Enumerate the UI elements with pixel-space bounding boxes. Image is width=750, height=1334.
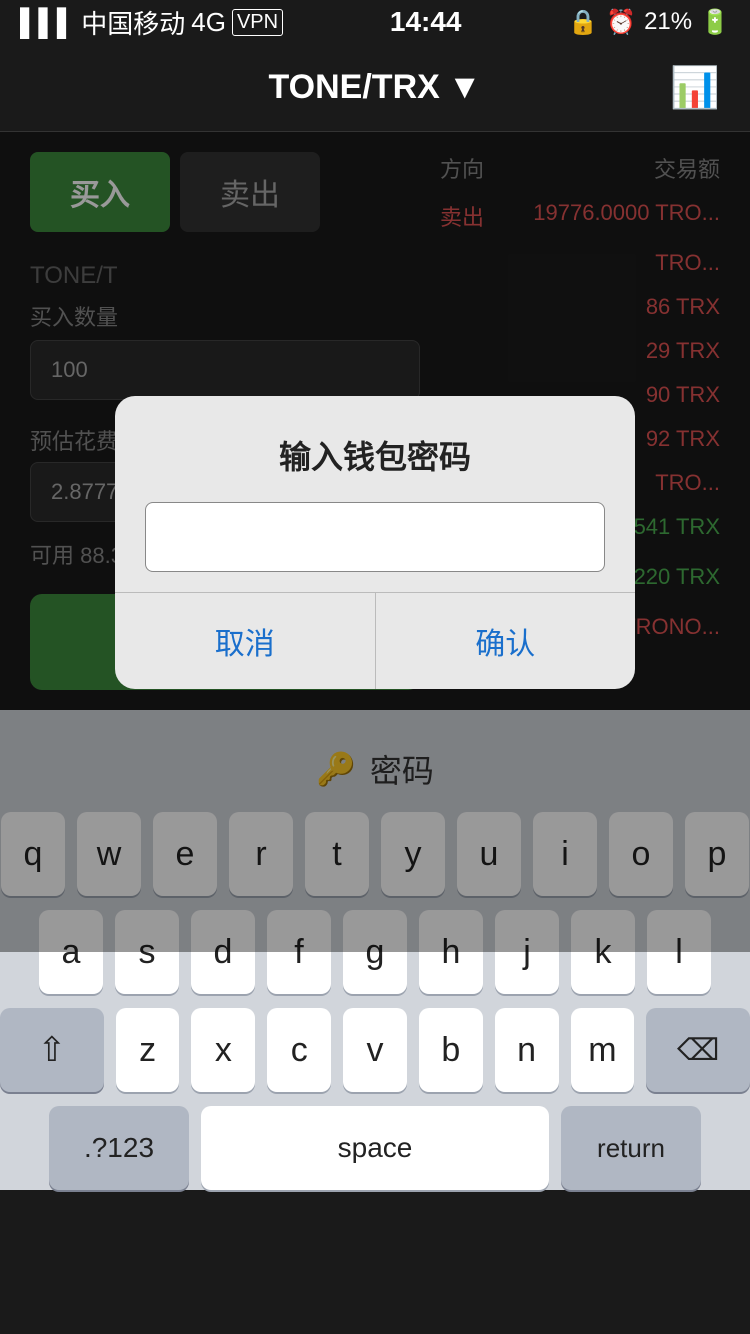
pair-title: TONE/TRX	[269, 68, 440, 107]
dropdown-icon: ▼	[448, 68, 482, 107]
alarm-icon: ⏰	[606, 8, 636, 37]
symbols-key[interactable]: .?123	[49, 1106, 189, 1190]
keyboard-row-4: .?123 space return	[0, 1106, 750, 1190]
key-b[interactable]: b	[419, 1008, 483, 1092]
space-key[interactable]: space	[201, 1106, 549, 1190]
status-bar: ▌▌▌ 中国移动 4G VPN 14:44 🔒 ⏰ 21% 🔋	[0, 0, 750, 44]
delete-key[interactable]: ⌫	[646, 1008, 750, 1092]
chart-icon[interactable]: 📊	[670, 64, 720, 111]
battery-label: 21%	[644, 8, 692, 36]
header: TONE/TRX ▼ 📊	[0, 44, 750, 132]
shift-key[interactable]: ⇧	[0, 1008, 104, 1092]
header-title[interactable]: TONE/TRX ▼	[269, 68, 482, 107]
key-v[interactable]: v	[343, 1008, 407, 1092]
battery-icon: 🔋	[700, 8, 730, 37]
lock-icon: 🔒	[568, 8, 598, 37]
modal-input-wrap	[115, 502, 635, 592]
return-key[interactable]: return	[561, 1106, 701, 1190]
key-z[interactable]: z	[116, 1008, 180, 1092]
status-left: ▌▌▌ 中国移动 4G VPN	[20, 4, 283, 41]
signal-icon: ▌▌▌	[20, 7, 75, 38]
modal-title: 输入钱包密码	[115, 396, 635, 502]
key-m[interactable]: m	[571, 1008, 635, 1092]
status-right: 🔒 ⏰ 21% 🔋	[568, 8, 730, 37]
vpn-label: VPN	[232, 9, 283, 36]
network-label: 4G	[191, 7, 226, 38]
key-n[interactable]: n	[495, 1008, 559, 1092]
key-c[interactable]: c	[267, 1008, 331, 1092]
confirm-button[interactable]: 确认	[376, 593, 636, 689]
cancel-button[interactable]: 取消	[115, 593, 376, 689]
password-input[interactable]	[145, 502, 605, 572]
status-time: 14:44	[390, 6, 462, 38]
password-modal: 输入钱包密码 取消 确认	[115, 396, 635, 689]
key-x[interactable]: x	[191, 1008, 255, 1092]
modal-overlay: 输入钱包密码 取消 确认	[0, 132, 750, 952]
carrier-label: 中国移动	[81, 4, 185, 41]
modal-buttons: 取消 确认	[115, 592, 635, 689]
keyboard-row-3: ⇧ z x c v b n m ⌫	[0, 1008, 750, 1092]
